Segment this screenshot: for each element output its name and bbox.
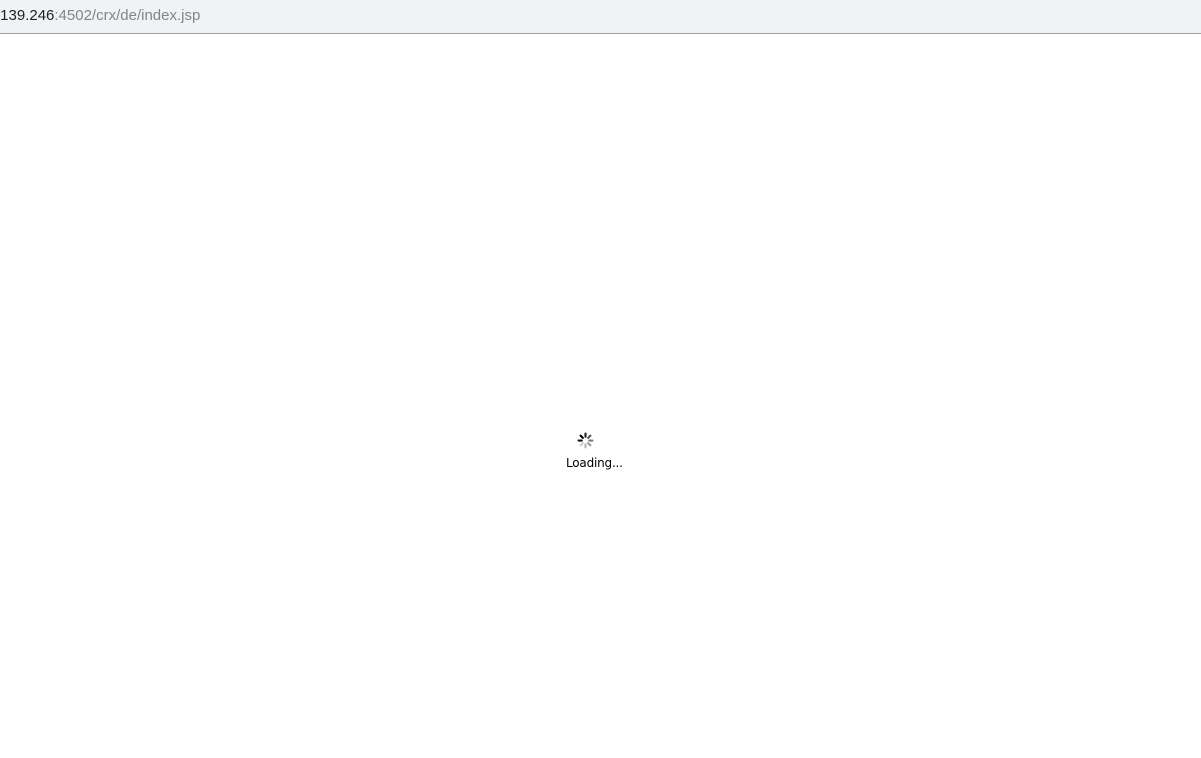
page-content (0, 35, 1201, 758)
address-bar[interactable]: .139.246:4502/crx/de/index.jsp (0, 0, 1201, 34)
spinner-icon (577, 432, 594, 449)
loading-text: Loading... (566, 456, 623, 470)
url-host: .139.246 (0, 7, 55, 24)
url-path: :4502/crx/de/index.jsp (54, 7, 201, 24)
url-text[interactable]: .139.246:4502/crx/de/index.jsp (0, 7, 200, 25)
loading-indicator: Loading... (566, 432, 623, 472)
